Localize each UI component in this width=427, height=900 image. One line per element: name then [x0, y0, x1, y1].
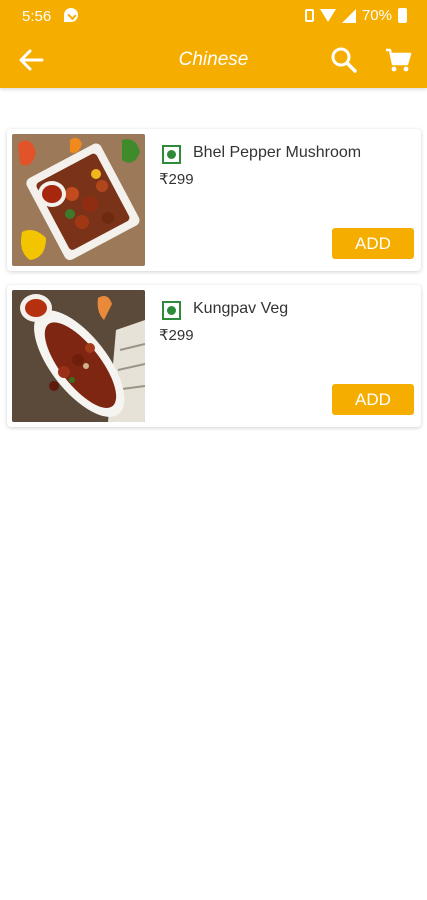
- item-name: Bhel Pepper Mushroom: [193, 144, 362, 161]
- screen: 5:56 70% Chinese Bhel Pepper Mushroom ₹2…: [0, 0, 427, 900]
- page-title: Chinese: [178, 49, 249, 70]
- app-bar: Chinese: [0, 32, 427, 88]
- item-price: ₹299: [159, 327, 194, 344]
- add-button[interactable]: ADD: [332, 228, 414, 259]
- menu-item-card[interactable]: Kungpav Veg ₹299 ADD: [7, 285, 421, 427]
- food-image: [12, 290, 145, 422]
- item-name: Kungpav Veg: [193, 300, 289, 317]
- signal-icon: [341, 8, 356, 23]
- status-time: 5:56: [22, 8, 52, 25]
- vibrate-icon: [304, 9, 314, 22]
- chat-notification-icon: [64, 8, 78, 22]
- veg-indicator-icon: [162, 301, 181, 320]
- search-icon: [331, 47, 357, 73]
- status-bar: 5:56 70%: [0, 0, 427, 32]
- battery-icon: [398, 8, 407, 23]
- food-image: [12, 134, 145, 266]
- status-icons: 70%: [304, 7, 407, 24]
- add-button[interactable]: ADD: [332, 384, 414, 415]
- cart-icon: [386, 48, 412, 72]
- menu-item-card[interactable]: Bhel Pepper Mushroom ₹299 ADD: [7, 129, 421, 271]
- item-price: ₹299: [159, 171, 194, 188]
- wifi-icon: [319, 9, 336, 22]
- search-button[interactable]: [328, 44, 360, 76]
- battery-percentage: 70%: [361, 7, 392, 24]
- cart-button[interactable]: [382, 44, 414, 76]
- veg-indicator-icon: [162, 145, 181, 164]
